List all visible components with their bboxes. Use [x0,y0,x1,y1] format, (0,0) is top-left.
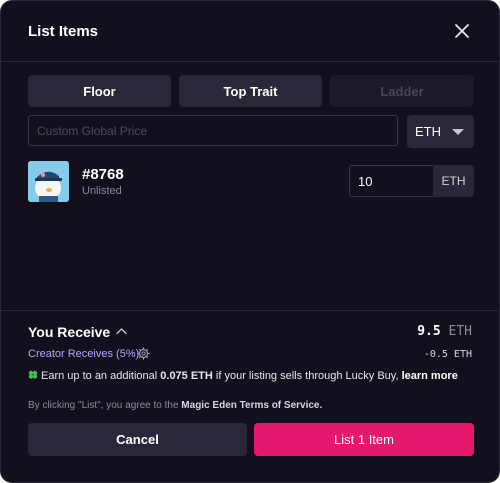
item-status: Unlisted [82,185,122,197]
item-name: #8768 [82,166,124,183]
terms-prefix: By clicking "List", you agree to the [28,400,182,411]
creator-receives-label: Creator Receives (5%) [28,348,140,360]
item-thumbnail [28,161,69,202]
modal-title: List Items [28,23,99,40]
modal-header: List Items [1,1,499,62]
lucky-buy-promo: Earn up to an additional 0.075 ETH if yo… [28,370,458,382]
currency-select-value: ETH [415,124,441,139]
cancel-button[interactable]: Cancel [28,423,247,456]
promo-amount: 0.075 ETH [160,370,213,382]
list-items-button[interactable]: List 1 Item [254,423,474,456]
ladder-button: Ladder [330,75,474,107]
list-items-modal: List Items Floor Top Trait Ladder ETH #8… [0,0,500,483]
section-divider [1,310,499,311]
creator-fee: -0.5 ETH [423,349,472,360]
terms-of-service-link[interactable]: Magic Eden Terms of Service [181,400,319,411]
chevron-down-icon [452,129,464,135]
item-price-input[interactable] [349,165,433,197]
clover-icon [28,370,38,379]
floor-button[interactable]: Floor [28,75,171,107]
custom-global-price-input[interactable] [28,115,398,146]
promo-suffix: if your listing sells through Lucky Buy, [212,370,402,382]
learn-more-link[interactable]: learn more [402,370,458,382]
total-unit: ETH [448,324,472,339]
total-receive: 9.5 ETH [417,324,472,339]
terms-suffix: . [319,400,323,411]
terms-notice: By clicking "List", you agree to the Mag… [28,400,322,411]
promo-prefix: Earn up to an additional [41,370,161,382]
close-icon[interactable] [451,20,473,42]
gear-icon[interactable] [137,347,150,360]
currency-select[interactable]: ETH [407,115,474,148]
chevron-up-icon[interactable] [116,327,127,335]
total-value: 9.5 [417,324,441,339]
top-trait-button[interactable]: Top Trait [179,75,322,107]
you-receive-toggle[interactable]: You Receive [28,324,110,340]
item-price-unit: ETH [433,165,474,197]
